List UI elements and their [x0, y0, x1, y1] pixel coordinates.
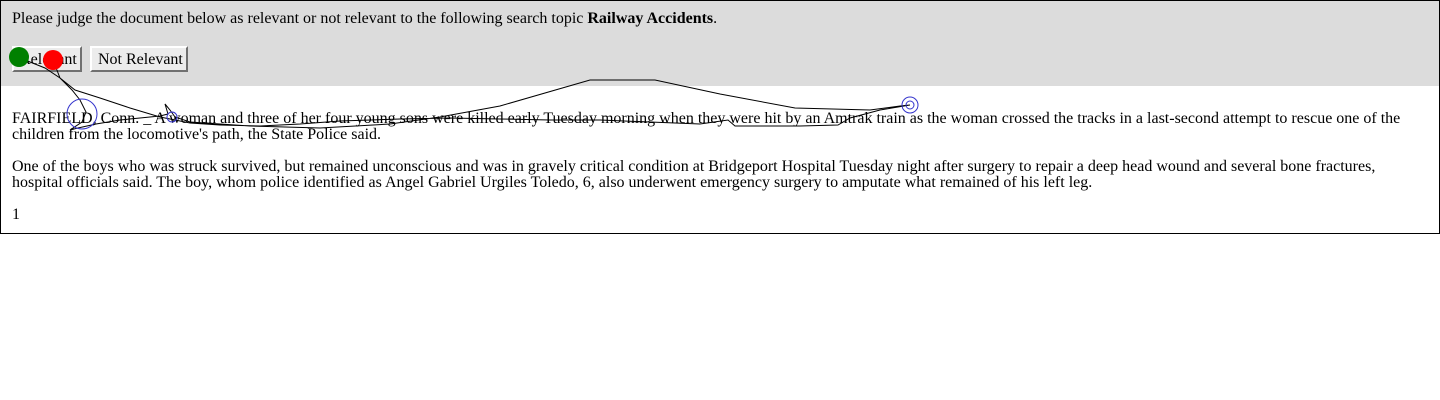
not-relevant-button[interactable]: Not Relevant — [90, 46, 188, 72]
prompt-suffix: . — [713, 10, 718, 27]
judgment-prompt: Please judge the document below as relev… — [12, 9, 717, 28]
document-paragraph-2: One of the boys who was struck survived,… — [12, 158, 1376, 191]
judgment-panel: Please judge the document below as relev… — [0, 0, 1440, 87]
document-panel: FAIRFIELD, Conn. _ A woman and three of … — [0, 86, 1440, 234]
relevant-button[interactable]: Relevant — [12, 46, 82, 72]
search-topic: Railway Accidents — [587, 10, 714, 27]
page-number: 1 — [12, 206, 20, 223]
document-paragraph-1: FAIRFIELD, Conn. _ A woman and three of … — [12, 110, 1401, 143]
prompt-text: Please judge the document below as relev… — [12, 10, 588, 27]
